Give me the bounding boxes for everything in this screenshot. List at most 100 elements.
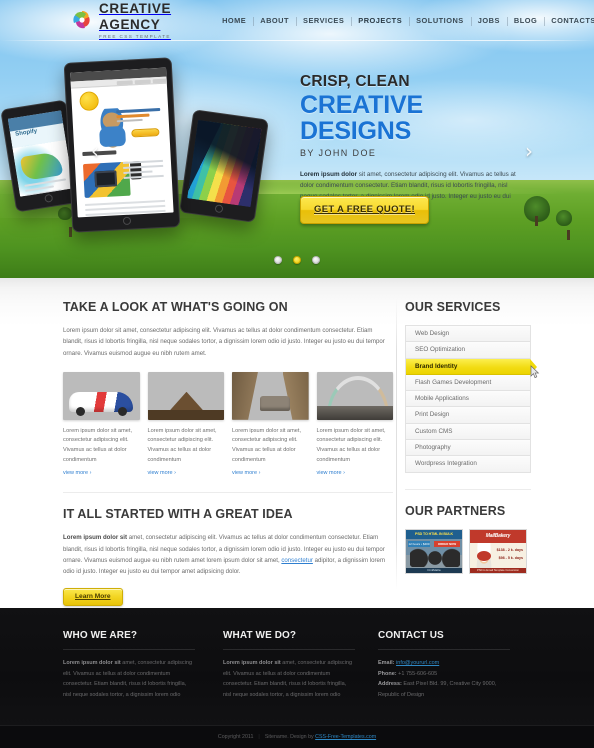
view-more-link[interactable]: view more › [317,470,394,476]
section-separator [63,492,393,494]
header-divider [0,40,594,41]
news-section-title: TAKE A LOOK AT WHAT'S GOING ON [63,300,288,314]
page-root: Shopify CRISP, CLEAN CREATIVE DESIGNS BY… [0,0,594,748]
copyright-text: Copyright 2011 [217,734,254,740]
logo-link[interactable]: CREATIVE AGENCY FREE CSS TEMPLATE [72,1,171,40]
service-item-mobile-applications[interactable]: Mobile Applications [406,391,530,408]
site-footer: WHO WE ARE? Lorem ipsum dolor sit amet, … [0,608,594,725]
nav-item-solutions[interactable]: SOLUTIONS [409,16,471,26]
tablet-center-screen [70,67,174,218]
service-item-label: Brand Identity [415,362,458,370]
footer-heading-contact-us: CONTACT US [378,630,510,650]
slider-dot-1[interactable] [273,256,282,264]
content-column: TAKE A LOOK AT WHAT'S GOING ON Lorem ips… [63,300,394,607]
logo-subtitle: FREE CSS TEMPLATE [99,33,171,39]
copyright-bar: Copyright 2011 | Sitename. Design by CSS-F… [0,725,594,748]
partner-banner-list: PSD TO HTML IN BULK 12 hours • $400 ORDE… [405,528,531,574]
slider-dot-3[interactable] [312,256,321,264]
contact-email-label: Email: [378,660,395,666]
sidebar-separator [405,488,531,490]
services-section-title: OUR SERVICES [405,300,501,314]
services-list: Web Design SEO Optimization Brand Identi… [405,325,540,473]
news-item-text: Lorem ipsum dolor sit amet, consectetur … [232,427,302,463]
footer-column-what-we-do: WHAT WE DO? Lorem ipsum dolor sit amet, … [223,630,378,701]
view-more-link[interactable]: view more › [232,470,309,476]
slider-prev-arrow-icon[interactable]: ‹ [88,140,102,162]
news-item-text: Lorem ipsum dolor sit amet, consectetur … [147,427,217,463]
footer-lead: Lorem ipsum dolor sit [63,660,121,666]
nav-item-about[interactable]: ABOUT [253,16,296,26]
slider-next-arrow-icon[interactable]: › [522,140,536,162]
service-item-custom-cms[interactable]: Custom CMS [406,423,530,441]
canyon-suv-thumbnail-image[interactable] [232,371,309,420]
device-showcase: Shopify [0,52,300,242]
nav-item-services[interactable]: SERVICES [296,16,351,26]
contact-address-label: Address: [378,681,402,688]
partner-banner-price-2: $98 - 5 k. days [498,555,523,560]
nav-item-jobs[interactable]: JOBS [470,16,507,26]
footer-columns: WHO WE ARE? Lorem ipsum dolor sit amet, … [63,630,533,701]
partners-section-title: OUR PARTNERS [405,503,506,518]
service-item-print-design[interactable]: Print Design [406,407,530,424]
desert-dune-thumbnail-image[interactable] [147,371,224,420]
partner-banner-psd-to-html[interactable]: PSD TO HTML IN BULK 12 hours • $400 ORDE… [405,528,463,574]
footer-text-what-we-do: Lorem ipsum dolor sit amet, consectetur … [223,658,355,701]
news-item: Lorem ipsum dolor sit amet, consectetur … [316,371,394,476]
nav-item-contacts[interactable]: CONTACTS [544,16,594,26]
news-intro-text: Lorem ipsum dolor sit amet, consectetur … [63,327,385,357]
news-item: Lorem ipsum dolor sit amet, consectetur … [232,371,309,476]
view-more-link[interactable]: view more › [148,470,225,476]
contact-email-link[interactable]: info@yoururl.com [396,660,439,666]
footer-column-contact-us: CONTACT US Email: info@yoururl.com Phone… [378,630,533,701]
sitename-text: Sitename. Design by [264,734,316,740]
tablet-right [179,109,269,223]
race-car-thumbnail-image[interactable] [63,371,140,420]
contact-phone-row: Phone: +1 755-606-605 [378,669,518,680]
site-header: CREATIVE AGENCY FREE CSS TEMPLATE HOME A… [0,0,594,40]
get-a-free-quote-button[interactable]: GET A FREE QUOTE! [300,196,429,224]
chef-mascot-illustration [473,542,495,571]
news-item-text: Lorem ipsum dolor sit amet, consectetur … [63,427,133,463]
service-item-web-design[interactable]: Web Design [406,326,530,343]
news-item-text: Lorem ipsum dolor sit amet, consectetur … [316,427,386,463]
service-item-flash-games-development[interactable]: Flash Games Development [406,374,530,392]
hero-headline-large: CREATIVE DESIGNS [300,90,423,145]
template-credit-link[interactable]: CSS-Free-Templates.com [315,734,376,740]
partner-banner-illustration [410,546,460,567]
slider-dot-2[interactable] [293,256,301,264]
service-item-seo-optimization[interactable]: SEO Optimization [406,342,530,359]
partner-banner-footer: htmlMafia [406,567,462,573]
main-navigation: HOME ABOUT SERVICES PROJECTS SOLUTIONS J… [215,16,594,26]
footer-lead: Lorem ipsum dolor sit [223,660,281,666]
footer-column-who-we-are: WHO WE ARE? Lorem ipsum dolor sit amet, … [63,630,223,701]
service-item-wordpress-integration[interactable]: Wordpress Integration [406,456,530,473]
contact-phone-value: +1 755-606-605 [398,670,438,677]
rainbow-road-thumbnail-image[interactable] [316,371,393,420]
story-body-text: Lorem ipsum dolor sit amet, consectetur … [63,532,393,577]
mouse-cursor-icon [530,364,540,379]
view-more-link[interactable]: view more › [63,470,140,476]
contact-phone-label: Phone: [378,670,397,677]
nav-item-home[interactable]: HOME [215,16,253,25]
nav-item-blog[interactable]: BLOG [506,16,544,26]
partner-banner-price-1: $138 - 2 k. days [496,547,523,552]
service-item-brand-identity[interactable]: Brand Identity [406,358,540,378]
slider-pagination [0,251,594,269]
footer-heading-who-we-are: WHO WE ARE? [63,630,195,650]
contact-email-row: Email: info@yoururl.com [378,658,518,669]
hero-paragraph-lead: Lorem ipsum dolor [300,171,358,178]
footer-text-who-we-are: Lorem ipsum dolor sit amet, consectetur … [63,658,195,701]
contact-address-row: Address: East Pixel Bld. 99, Creative Ci… [378,679,518,700]
service-item-photography[interactable]: Photography [406,440,530,457]
tree-icon [556,210,572,240]
story-inline-link[interactable]: consectetur [281,557,313,564]
story-lead: Lorem ipsum dolor sit [63,534,127,542]
logo-title: CREATIVE AGENCY [99,0,172,32]
tablet-right-screen [187,119,262,208]
news-item: Lorem ipsum dolor sit amet, consectetur … [147,371,225,476]
learn-more-button[interactable]: Learn More [63,588,123,607]
nav-item-projects[interactable]: PROJECTS [351,16,409,26]
partner-banner-mailbakery[interactable]: MailBakery $138 - 2 k. days $98 - 5 k. d… [469,528,527,574]
hero-copy: CRISP, CLEAN CREATIVE DESIGNS BY JOHN DO… [300,74,540,214]
tablet-center [63,57,181,233]
